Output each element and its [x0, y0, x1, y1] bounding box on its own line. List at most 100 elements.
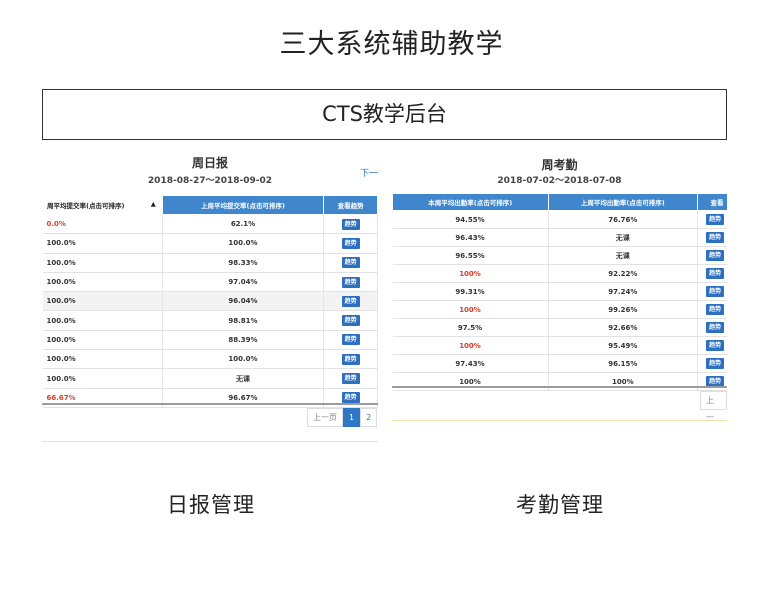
- last-week-attendance-cell: 76.76%: [548, 210, 699, 229]
- table-row: 100.0% 100.0% 趋势: [42, 349, 378, 370]
- pagination: 上一页 1 2: [307, 408, 378, 427]
- trend-button[interactable]: 趋势: [341, 353, 360, 365]
- last-week-attendance-cell: 99.26%: [548, 300, 699, 319]
- last-week-attendance-cell: 无课: [548, 228, 699, 247]
- weekly-attendance-title: 周考勤: [541, 158, 578, 172]
- trend-cell: 趋势: [323, 291, 378, 312]
- trend-button[interactable]: 趋势: [706, 358, 725, 369]
- trend-cell: 趋势: [323, 330, 378, 351]
- last-week-attendance-cell: 无课: [548, 246, 699, 265]
- this-week-attendance-cell: 100%: [392, 336, 549, 355]
- trend-button[interactable]: 趋势: [341, 218, 360, 230]
- last-week-attendance-cell: 96.15%: [548, 354, 699, 373]
- trend-button[interactable]: 趋势: [341, 334, 360, 346]
- column-header-this-week[interactable]: 周平均提交率(点击可排序) ▲: [42, 195, 163, 215]
- this-week-rate-cell: 100.0%: [42, 349, 163, 370]
- attendance-caption: 考勤管理: [516, 493, 604, 517]
- weekly-attendance-table: 本周平均出勤率(点击可排序) 上周平均出勤率(点击可排序) 查看 94.55% 7…: [392, 193, 727, 391]
- page-2-button[interactable]: 2: [360, 408, 378, 427]
- trend-button[interactable]: 趋势: [341, 392, 360, 404]
- weekly-attendance-date-range: 2018-07-02～2018-07-08: [497, 176, 622, 186]
- trend-button[interactable]: 趋势: [706, 214, 725, 225]
- last-week-attendance-cell: 97.24%: [548, 282, 699, 301]
- weekly-report-panel: 周日报 2018-08-27～2018-09-02 下一 周平均提交率(点击可排…: [42, 150, 378, 444]
- trend-button[interactable]: 趋势: [706, 340, 725, 351]
- trend-button[interactable]: 趋势: [341, 373, 360, 385]
- table-bottom-rule: [42, 403, 378, 405]
- table-row: 100.0% 98.81% 趋势: [42, 310, 378, 331]
- this-week-rate-cell: 0.0%: [42, 214, 163, 235]
- this-week-attendance-cell: 96.55%: [392, 246, 549, 265]
- page-title: 三大系统辅助教学: [279, 29, 504, 60]
- this-week-rate-cell: 100.0%: [42, 272, 163, 293]
- last-week-rate-cell: 无课: [162, 368, 325, 389]
- table-row: 100% 92.22% 趋势: [392, 264, 727, 283]
- this-week-rate-cell: 100.0%: [42, 310, 163, 331]
- trend-button[interactable]: 趋势: [706, 304, 725, 315]
- table-row: 96.55% 无课 趋势: [392, 246, 727, 265]
- table-row: 0.0% 62.1% 趋势: [42, 214, 378, 235]
- table-row: 100% 95.49% 趋势: [392, 336, 727, 355]
- last-week-rate-cell: 88.39%: [162, 330, 325, 351]
- last-week-rate-cell: 100.0%: [162, 349, 325, 370]
- trend-cell: 趋势: [323, 349, 378, 370]
- table-row: 100.0% 97.04% 趋势: [42, 272, 378, 293]
- sort-asc-icon: ▲: [150, 200, 156, 208]
- view-cell: 趋势: [697, 210, 727, 229]
- column-header-this-week-attendance[interactable]: 本周平均出勤率(点击可排序): [392, 193, 549, 211]
- this-week-attendance-cell: 100%: [392, 264, 549, 283]
- column-header-last-week[interactable]: 上周平均提交率(点击可排序): [161, 195, 325, 215]
- trend-button[interactable]: 趋势: [706, 268, 725, 279]
- trend-button[interactable]: 趋势: [341, 295, 360, 307]
- attendance-table-bottom-rule: [392, 386, 727, 388]
- trend-cell: 趋势: [323, 233, 378, 254]
- column-header-trend: 查看趋势: [323, 195, 378, 215]
- column-header-view: 查看: [697, 193, 727, 211]
- table-row: 97.5% 92.66% 趋势: [392, 318, 727, 337]
- attendance-prev-page-button[interactable]: 上一页: [700, 391, 727, 422]
- this-week-rate-cell: 100.0%: [42, 291, 163, 312]
- this-week-rate-cell: 100.0%: [42, 253, 163, 273]
- table-row: 100.0% 无课 趋势: [42, 368, 378, 389]
- weekly-attendance-panel: 周考勤 2018-07-02～2018-07-08 本周平均出勤率(点击可排序)…: [392, 150, 727, 425]
- trend-cell: 趋势: [323, 272, 378, 293]
- table-row: 94.55% 76.76% 趋势: [392, 210, 727, 229]
- trend-button[interactable]: 趋势: [341, 315, 360, 327]
- view-cell: 趋势: [697, 282, 727, 301]
- attendance-pagination: 上一页: [700, 391, 727, 422]
- prev-page-button[interactable]: 上一页: [307, 408, 343, 427]
- trend-button[interactable]: 趋势: [706, 286, 725, 297]
- last-week-attendance-cell: 92.22%: [548, 264, 699, 283]
- last-week-rate-cell: 96.04%: [162, 291, 325, 312]
- column-header-last-week-attendance[interactable]: 上周平均出勤率(点击可排序): [547, 193, 699, 211]
- panel-divider: [42, 441, 378, 442]
- table-row: 99.31% 97.24% 趋势: [392, 282, 727, 301]
- weekly-report-date-range: 2018-08-27～2018-09-02: [147, 176, 273, 186]
- last-week-rate-cell: 97.04%: [162, 272, 325, 293]
- trend-button[interactable]: 趋势: [341, 276, 360, 288]
- this-week-attendance-cell: 97.5%: [392, 318, 549, 337]
- next-week-link[interactable]: 下一: [360, 166, 378, 179]
- last-week-attendance-cell: 92.66%: [548, 318, 699, 337]
- trend-button[interactable]: 趋势: [341, 237, 360, 249]
- trend-button[interactable]: 趋势: [341, 257, 360, 269]
- daily-report-caption: 日报管理: [167, 493, 255, 517]
- last-week-rate-cell: 100.0%: [162, 233, 325, 254]
- last-week-attendance-cell: 95.49%: [548, 336, 699, 355]
- trend-cell: 趋势: [323, 368, 378, 389]
- view-cell: 趋势: [697, 246, 727, 265]
- table-row: 100.0% 100.0% 趋势: [42, 233, 378, 254]
- this-week-attendance-cell: 96.43%: [392, 228, 549, 247]
- weekly-report-title: 周日报: [191, 156, 228, 170]
- trend-button[interactable]: 趋势: [706, 250, 725, 261]
- view-cell: 趋势: [697, 354, 727, 373]
- view-cell: 趋势: [697, 228, 727, 247]
- trend-button[interactable]: 趋势: [706, 232, 725, 243]
- last-week-rate-cell: 98.81%: [162, 310, 325, 331]
- trend-cell: 趋势: [323, 253, 378, 273]
- trend-button[interactable]: 趋势: [706, 322, 725, 333]
- page-1-button[interactable]: 1: [343, 408, 361, 427]
- trend-cell: 趋势: [323, 310, 378, 331]
- this-week-rate-cell: 100.0%: [42, 330, 163, 351]
- table-row: 100.0% 96.04% 趋势: [42, 291, 378, 312]
